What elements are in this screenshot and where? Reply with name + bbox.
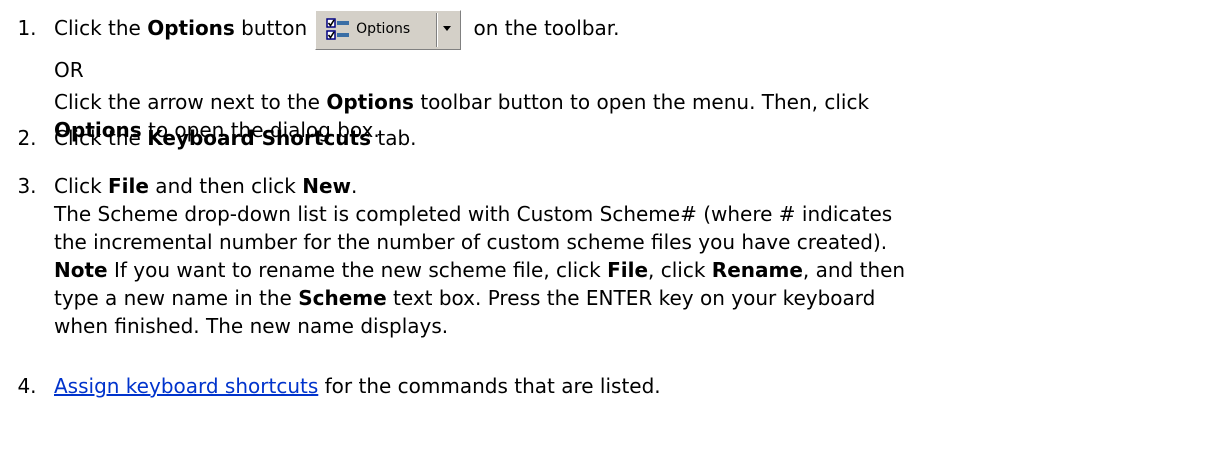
step-3-line-2: The Scheme drop-down list is completed w…	[54, 202, 893, 226]
step-3-line-3: the incremental number for the number of…	[54, 230, 888, 254]
step-number: 2.	[17, 126, 37, 150]
dropdown-arrow-icon[interactable]	[443, 25, 452, 31]
step-1-line-3: Click the arrow next to the Options tool…	[54, 90, 870, 114]
step-1: 1. Click the Options button Options on t…	[0, 0, 1208, 142]
step-3: 3. Click File and then click New. The Sc…	[0, 172, 1208, 340]
options-button-label: Options	[356, 20, 411, 37]
step-number: 3.	[17, 174, 37, 198]
step-number: 1.	[17, 16, 37, 40]
step-number: 4.	[17, 374, 37, 398]
step-1-line-1: Click the Options button Options on the …	[54, 0, 1208, 56]
step-3-note: Note If you want to rename the new schem…	[54, 258, 906, 282]
step-3-line-6: when finished. The new name displays.	[54, 314, 449, 338]
options-toolbar-button[interactable]: Options	[315, 9, 462, 50]
assign-keyboard-shortcuts-link[interactable]: Assign keyboard shortcuts	[54, 374, 318, 398]
step-4: 4. Assign keyboard shortcuts for the com…	[0, 372, 1208, 400]
step-1-or: OR	[54, 58, 84, 82]
step-2: 2. Click the Keyboard Shortcuts tab.	[0, 124, 1208, 152]
button-separator	[436, 12, 439, 47]
step-3-line-5: type a new name in the Scheme text box. …	[54, 286, 876, 310]
options-checklist-icon	[326, 17, 350, 40]
